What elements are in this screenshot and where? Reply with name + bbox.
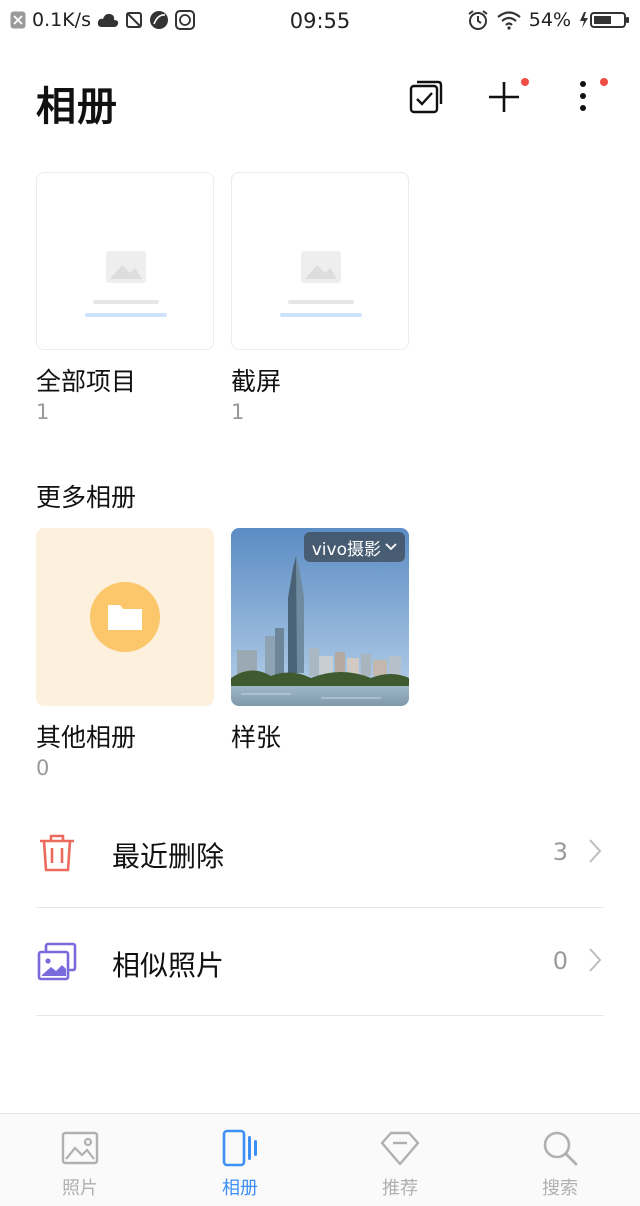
- album-name: 截屏: [231, 367, 282, 396]
- album-thumbnail: [36, 528, 214, 706]
- album-count: 1: [231, 400, 245, 424]
- recently-deleted-row[interactable]: 最近删除 3: [36, 800, 604, 908]
- empty-image-icon: [301, 251, 341, 283]
- similar-photos-icon: [37, 942, 77, 981]
- chevron-right-icon: [589, 839, 602, 863]
- nav-label: 推荐: [382, 1178, 418, 1199]
- alarm-icon: [468, 10, 488, 30]
- select-button[interactable]: [406, 76, 446, 116]
- photo-icon: [61, 1131, 99, 1165]
- empty-hint-line: [93, 300, 159, 304]
- badge-label: vivo摄影: [311, 539, 381, 560]
- search-icon: [543, 1131, 578, 1166]
- divider: [36, 907, 604, 908]
- album-thumbnail: vivo摄影: [231, 528, 409, 706]
- row-label: 最近删除: [112, 840, 225, 873]
- album-icon: [222, 1129, 257, 1167]
- chevron-down-icon: [385, 543, 397, 551]
- album-name: 其他相册: [36, 723, 137, 752]
- album-name: 样张: [231, 723, 282, 752]
- empty-hint-link-line: [85, 313, 167, 317]
- status-bar: 0.1K/s 09:55 54%: [0, 0, 640, 44]
- nav-label: 搜索: [542, 1178, 578, 1199]
- chevron-right-icon: [589, 948, 602, 972]
- empty-image-icon: [106, 251, 146, 283]
- album-thumbnail: [36, 172, 214, 350]
- plus-icon: [489, 82, 519, 112]
- row-count: 0: [552, 947, 568, 975]
- album-other[interactable]: [36, 528, 214, 706]
- empty-hint-link-line: [280, 313, 362, 317]
- album-count: 0: [36, 756, 50, 780]
- nav-photos[interactable]: 照片: [0, 1128, 160, 1200]
- similar-photos-row[interactable]: 相似照片 0: [36, 909, 604, 1017]
- divider: [36, 1015, 604, 1016]
- row-label: 相似照片: [112, 949, 225, 982]
- bottom-nav: 照片 相册 推荐 搜索: [0, 1113, 640, 1206]
- status-right: 54%: [467, 9, 630, 31]
- notification-dot: [521, 78, 529, 86]
- row-count: 3: [552, 838, 568, 866]
- nav-search[interactable]: 搜索: [480, 1128, 640, 1200]
- folder-icon: [90, 582, 160, 652]
- vivo-photography-badge[interactable]: vivo摄影: [303, 532, 405, 562]
- notification-dot: [600, 78, 608, 86]
- add-album-button[interactable]: [486, 76, 529, 116]
- battery-percent: 54%: [528, 9, 571, 31]
- nav-label: 照片: [62, 1178, 98, 1199]
- select-icon: [409, 80, 443, 114]
- album-name: 全部项目: [36, 367, 137, 396]
- nav-albums[interactable]: 相册: [160, 1128, 320, 1200]
- empty-hint-line: [288, 300, 354, 304]
- album-thumbnail: [231, 172, 409, 350]
- diamond-icon: [380, 1131, 420, 1166]
- album-count: 1: [36, 400, 50, 424]
- nav-label: 相册: [222, 1178, 258, 1199]
- page-title: 相册: [36, 84, 118, 130]
- section-title-more-albums: 更多相册: [36, 483, 137, 512]
- album-screenshots[interactable]: [231, 172, 409, 350]
- trash-icon: [40, 834, 74, 872]
- album-samples[interactable]: vivo摄影: [231, 528, 409, 706]
- battery-icon: [580, 12, 629, 28]
- album-all-items[interactable]: [36, 172, 214, 350]
- nav-recommended[interactable]: 推荐: [320, 1128, 480, 1200]
- more-options-button[interactable]: [566, 76, 608, 116]
- wifi-icon: [497, 11, 521, 30]
